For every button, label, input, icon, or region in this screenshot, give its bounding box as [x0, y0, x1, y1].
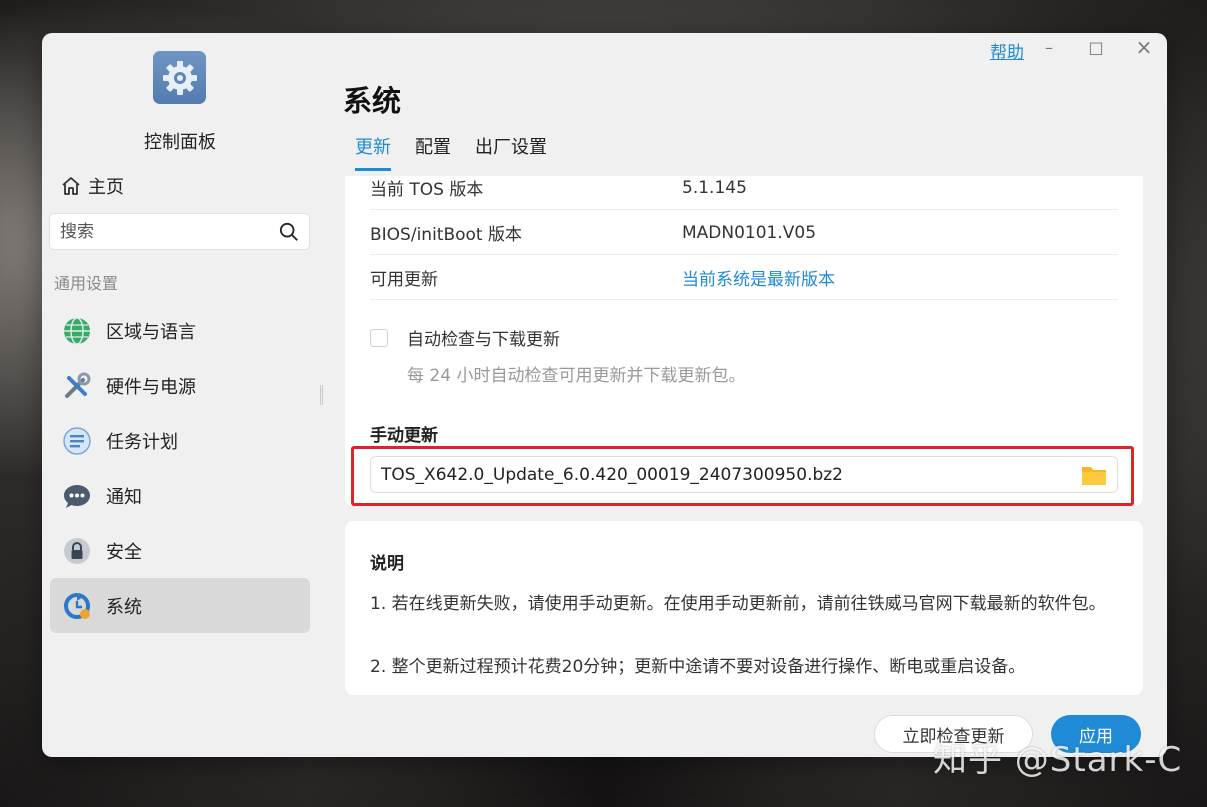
info-key: 可用更新 [370, 270, 438, 290]
latest-version-link[interactable]: 当前系统是最新版本 [682, 265, 835, 290]
info-row-available-update: 可用更新 当前系统是最新版本 [370, 256, 1118, 300]
section-label: 通用设置 [54, 274, 119, 293]
sidebar-resize-handle[interactable] [320, 385, 323, 405]
notes-title: 说明 [370, 554, 404, 574]
sidebar: 控制面板 主页 通用设置 [42, 33, 320, 757]
sidebar-item-label: 安全 [106, 541, 142, 563]
lock-icon [62, 536, 92, 566]
highlight-box [351, 446, 1134, 506]
help-link[interactable]: 帮助 [990, 38, 1024, 63]
home-icon [62, 177, 80, 195]
app-title: 控制面板 [144, 132, 216, 153]
sidebar-item-security[interactable]: 安全 [50, 523, 310, 578]
sidebar-item-label: 系统 [106, 596, 142, 618]
sidebar-item-task-schedule[interactable]: 任务计划 [50, 413, 310, 468]
sidebar-item-label: 任务计划 [106, 431, 178, 453]
globe-icon [62, 316, 92, 346]
auto-update-label[interactable]: 自动检查与下载更新 [407, 325, 560, 350]
sidebar-item-system[interactable]: 系统 [50, 578, 310, 633]
gear-icon [153, 51, 206, 104]
close-button[interactable]: × [1135, 35, 1153, 59]
info-key: 当前 TOS 版本 [370, 180, 484, 200]
sidebar-home-label: 主页 [88, 177, 124, 198]
maximize-button[interactable]: □ [1087, 38, 1105, 57]
search-box [49, 213, 310, 250]
search-icon[interactable] [279, 221, 299, 243]
note-item: 1. 若在线更新失败，请使用手动更新。在使用手动更新前，请前往铁威马官网下载最新… [370, 594, 1106, 614]
sidebar-nav: 区域与语言 硬件与电源 任务计划 通知 安全 系统 [50, 303, 310, 633]
sidebar-item-hardware-power[interactable]: 硬件与电源 [50, 358, 310, 413]
sidebar-item-region-language[interactable]: 区域与语言 [50, 303, 310, 358]
note-item: 2. 整个更新过程预计花费20分钟；更新中途请不要对设备进行操作、断电或重启设备… [370, 657, 1026, 677]
sidebar-item-home[interactable]: 主页 [60, 173, 124, 199]
info-value: 5.1.145 [682, 177, 747, 198]
sidebar-item-notification[interactable]: 通知 [50, 468, 310, 523]
watermark: 知乎 @Stark-C [933, 740, 1183, 780]
minimize-button[interactable]: – [1040, 38, 1058, 57]
page-title: 系统 [343, 84, 402, 118]
manual-update-title: 手动更新 [370, 426, 438, 446]
notes-card: 说明 1. 若在线更新失败，请使用手动更新。在使用手动更新前，请前往铁威马官网下… [345, 521, 1143, 695]
system-update-icon [62, 591, 92, 621]
task-icon [62, 426, 92, 456]
auto-update-row: 自动检查与下载更新 [370, 325, 560, 350]
tools-icon [62, 371, 92, 401]
info-row-tos-version: 当前 TOS 版本 5.1.145 [370, 166, 1118, 210]
control-panel-window: 控制面板 主页 通用设置 [42, 33, 1167, 757]
info-key: BIOS/initBoot 版本 [370, 225, 522, 245]
auto-update-checkbox[interactable] [370, 328, 388, 347]
update-card: 当前 TOS 版本 5.1.145 BIOS/initBoot 版本 MADN0… [345, 176, 1143, 506]
auto-update-description: 每 24 小时自动检查可用更新并下载更新包。 [407, 366, 746, 386]
chat-icon [62, 481, 92, 511]
sidebar-item-label: 通知 [106, 486, 142, 508]
info-row-bios-version: BIOS/initBoot 版本 MADN0101.V05 [370, 211, 1118, 255]
sidebar-item-label: 区域与语言 [106, 321, 196, 343]
sidebar-item-label: 硬件与电源 [106, 376, 196, 398]
search-input[interactable] [60, 221, 279, 242]
info-value: MADN0101.V05 [682, 222, 817, 243]
